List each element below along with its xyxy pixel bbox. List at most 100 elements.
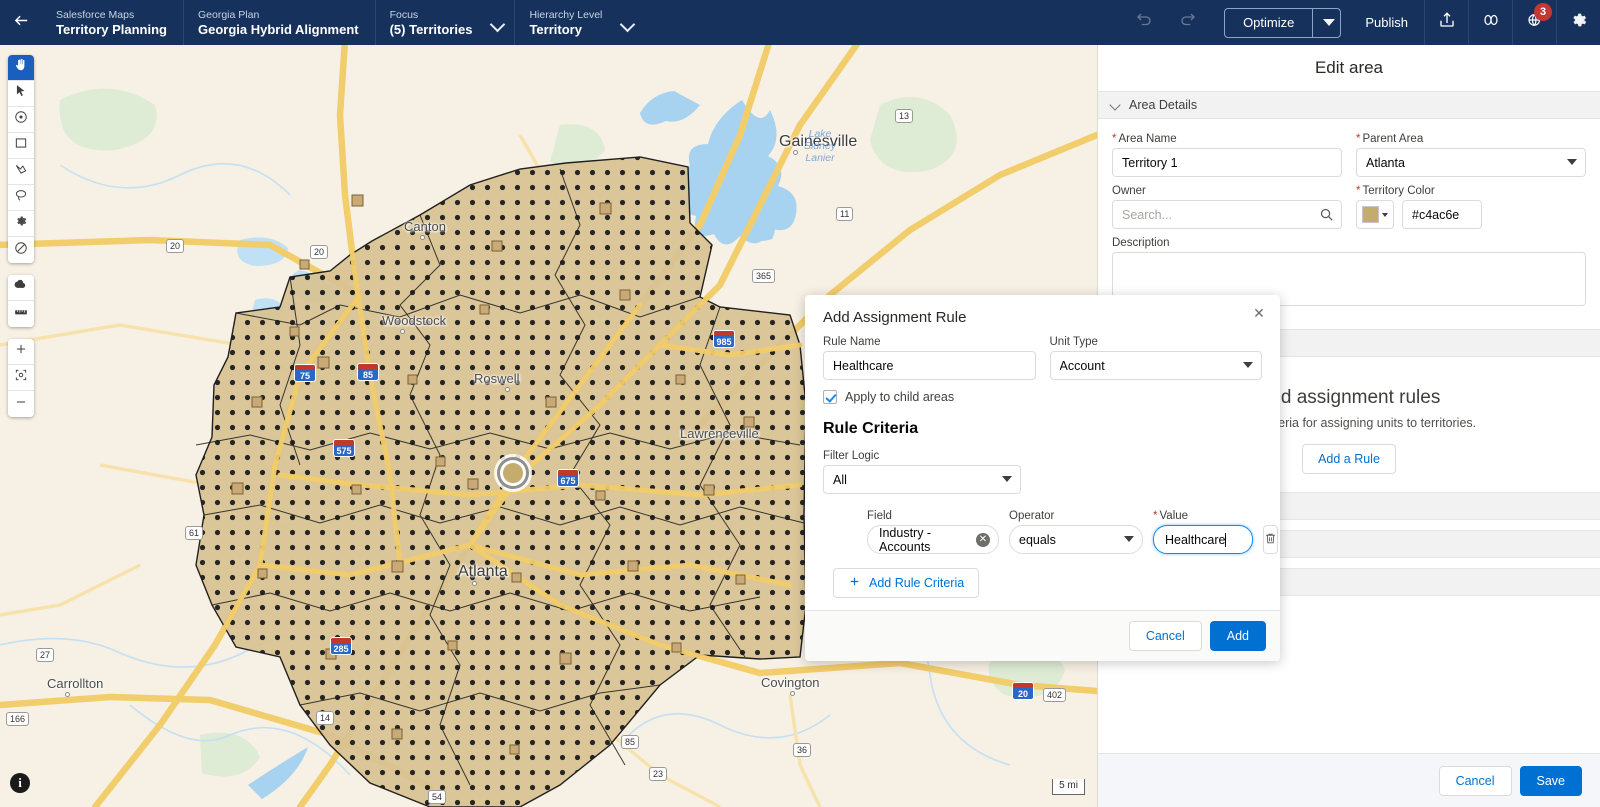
filter-logic-field-group: Filter Logic [823,450,1021,494]
parent-area-field-group: * Parent Area [1356,133,1586,177]
hierarchy-label: Hierarchy Level [529,8,603,21]
apply-to-child-areas-row[interactable]: Apply to child areas [823,390,1262,404]
publish-button[interactable]: Publish [1349,0,1424,45]
operator-value[interactable] [1009,525,1143,554]
description-label: Description [1112,237,1170,249]
route-shield: 20 [166,239,185,253]
hierarchy-level-selector[interactable]: Hierarchy Level Territory [514,0,644,45]
route-shield: 14 [316,711,335,725]
pan-tool[interactable] [8,55,34,81]
section-header-area-details[interactable]: Area Details [1098,91,1600,119]
required-marker: * [1112,133,1117,145]
filter-logic-select[interactable] [823,465,1021,494]
lasso-icon [14,188,28,207]
link-button[interactable] [1468,0,1512,45]
route-shield: 365 [752,269,776,283]
zoom-to-fit-button[interactable] [8,365,34,391]
rule-name-label: Rule Name [823,336,881,348]
page-title: Edit area [1314,58,1384,77]
required-marker: * [1153,510,1158,522]
circle-select-tool[interactable] [8,107,34,133]
interstate-shield: 285 [330,637,352,655]
dialog-cancel-button[interactable]: Cancel [1128,621,1202,651]
cancel-button[interactable]: Cancel [1438,765,1512,796]
share-button[interactable] [1424,0,1468,45]
minus-icon [14,395,28,414]
optimize-button-group[interactable]: Optimize [1224,7,1342,38]
undo-button[interactable] [1122,0,1166,45]
parent-area-select[interactable] [1356,148,1586,177]
settings-tool[interactable] [8,211,34,237]
optimize-dropdown-button[interactable] [1312,8,1340,37]
hierarchy-value: Territory [529,21,582,37]
settings-button[interactable] [1556,0,1600,45]
route-shield: 166 [6,712,30,726]
route-shield: 11 [836,207,854,221]
chevron-down-icon [1382,212,1388,217]
map-tool-group-select [8,55,34,263]
route-shield: 23 [649,767,668,781]
app-title-block: Salesforce Maps Territory Planning [42,0,183,45]
value-label-text: Value [1159,510,1189,522]
filter-logic-value[interactable] [823,465,1021,494]
notification-badge: 3 [1534,3,1552,21]
area-name-input[interactable] [1112,148,1342,177]
measure-tool[interactable] [8,301,34,327]
globe-menu-button[interactable]: 3 [1512,0,1556,45]
add-a-rule-button[interactable]: Add a Rule [1302,444,1396,474]
color-picker-button[interactable] [1356,200,1394,229]
dialog-add-button[interactable]: Add [1209,621,1266,651]
field-pill-input[interactable]: Industry - Accounts ✕ [867,525,999,554]
route-shield: 61 [185,526,204,540]
redo-icon [1179,11,1197,34]
clear-pill-icon[interactable]: ✕ [976,533,990,547]
polygon-select-tool[interactable] [8,159,34,185]
optimize-button[interactable]: Optimize [1225,9,1312,37]
section-title-area-details: Area Details [1129,98,1198,112]
value-input[interactable]: Healthcare [1153,525,1254,554]
save-button[interactable]: Save [1519,765,1582,796]
top-navigation-bar: Salesforce Maps Territory Planning Georg… [0,0,1600,45]
rectangle-select-icon [14,136,28,155]
close-icon[interactable]: ✕ [1250,304,1268,322]
circle-select-icon [14,110,28,129]
dialog-footer: Cancel Add [805,610,1280,661]
unit-type-field-group: Unit Type [1049,336,1262,380]
delete-criteria-button[interactable] [1263,525,1279,554]
select-tool[interactable] [8,81,34,107]
operator-select[interactable] [1009,525,1143,554]
rectangle-select-tool[interactable] [8,133,34,159]
back-button[interactable] [0,0,42,45]
owner-search-input[interactable] [1112,200,1342,229]
city-label-woodstock: Woodstock [382,313,447,328]
territory-color-hex-input[interactable] [1402,200,1482,229]
rule-name-field-group: Rule Name [823,336,1036,380]
hand-icon [14,58,28,77]
redo-button[interactable] [1166,0,1210,45]
layers-tool[interactable] [8,275,34,301]
unit-type-value[interactable] [1049,351,1262,380]
info-icon[interactable]: i [10,773,30,793]
field-label: Field [867,510,892,522]
add-rule-criteria-button[interactable]: Add Rule Criteria [833,568,980,598]
route-shield: 85 [621,735,640,749]
zoom-out-button[interactable] [8,391,34,417]
lasso-select-tool[interactable] [8,185,34,211]
city-label-covington: Covington [761,675,820,690]
parent-area-label-text: Parent Area [1362,133,1424,145]
add-criteria-wrap: Add Rule Criteria [823,554,1262,598]
criteria-operator-group: Operator [1009,510,1143,554]
apply-to-child-areas-checkbox[interactable] [823,390,837,404]
focus-selector[interactable]: Focus (5) Territories [374,0,515,45]
plan-block[interactable]: Georgia Plan Georgia Hybrid Alignment [183,0,375,45]
clear-selection-tool[interactable] [8,237,34,263]
territory-color-field-group: * Territory Color [1356,185,1586,229]
unit-type-select[interactable] [1049,351,1262,380]
zoom-in-button[interactable] [8,339,34,365]
rule-name-input[interactable] [823,351,1036,380]
parent-area-value[interactable] [1356,148,1586,177]
selected-location-marker[interactable] [500,460,526,486]
plan-subtitle: Georgia Plan [198,8,260,21]
trash-icon [1264,532,1277,548]
